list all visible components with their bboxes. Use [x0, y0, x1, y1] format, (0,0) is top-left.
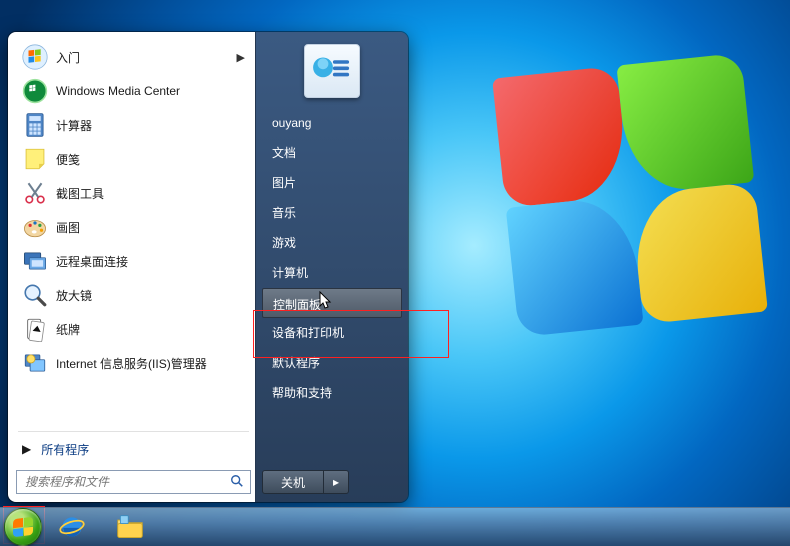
right-item-control-panel[interactable]: 控制面板: [262, 288, 402, 318]
magnifier-icon: [22, 282, 48, 308]
sticky-note-icon: [22, 146, 48, 172]
windows-flag-icon: [13, 517, 33, 537]
program-label: 远程桌面连接: [56, 253, 245, 270]
right-item-label: 计算机: [272, 266, 308, 280]
taskbar: [0, 507, 790, 546]
right-item-label: 游戏: [272, 236, 296, 250]
triangle-right-icon: ▶: [22, 442, 31, 456]
right-item-username[interactable]: ouyang: [262, 108, 402, 138]
shutdown-button[interactable]: 关机: [262, 470, 324, 494]
taskbar-explorer-button[interactable]: [102, 510, 158, 544]
program-label: 计算器: [56, 117, 245, 134]
calculator-icon: [22, 112, 48, 138]
right-item-documents[interactable]: 文档: [262, 138, 402, 168]
program-item-rdp[interactable]: 远程桌面连接: [16, 244, 251, 278]
start-menu: 入门▶ Windows Media Center 计算器 便笺 截图工具 画图 …: [8, 32, 408, 502]
username-label: ouyang: [272, 116, 311, 130]
right-item-devices[interactable]: 设备和打印机: [262, 318, 402, 348]
program-label: 便笺: [56, 151, 245, 168]
solitaire-icon: [22, 316, 48, 342]
right-item-label: 图片: [272, 176, 296, 190]
snipping-icon: [22, 180, 48, 206]
shutdown-label: 关机: [281, 474, 305, 491]
windows-logo-wallpaper: [492, 53, 768, 338]
program-item-wmc[interactable]: Windows Media Center: [16, 74, 251, 108]
program-item-getting-started[interactable]: 入门 ▶: [16, 40, 251, 74]
search-input[interactable]: [23, 474, 224, 490]
program-item-sticky-notes[interactable]: 便笺: [16, 142, 251, 176]
shutdown-options-button[interactable]: ▸: [324, 470, 349, 494]
program-label: Windows Media Center: [56, 84, 245, 98]
right-item-computer[interactable]: 计算机: [262, 258, 402, 288]
triangle-right-icon: ▸: [333, 475, 339, 489]
iis-icon: [22, 350, 48, 376]
all-programs[interactable]: ▶ 所有程序: [16, 436, 251, 462]
user-avatar[interactable]: [304, 44, 360, 98]
program-item-snipping[interactable]: 截图工具: [16, 176, 251, 210]
right-item-label: 文档: [272, 146, 296, 160]
rdp-icon: [22, 248, 48, 274]
paint-icon: [22, 214, 48, 240]
taskbar-ie-button[interactable]: [44, 510, 100, 544]
right-item-label: 控制面板: [273, 298, 321, 312]
mouse-cursor-icon: [319, 300, 333, 314]
shutdown-row: 关机 ▸: [262, 470, 402, 494]
right-item-defaults[interactable]: 默认程序: [262, 348, 402, 378]
all-programs-label: 所有程序: [41, 441, 89, 458]
start-button[interactable]: [4, 508, 42, 546]
start-menu-right-panel: ouyang 文档图片音乐游戏计算机控制面板设备和打印机默认程序帮助和支持 关机…: [256, 32, 408, 502]
right-item-music[interactable]: 音乐: [262, 198, 402, 228]
program-item-iis[interactable]: Internet 信息服务(IIS)管理器: [16, 346, 251, 380]
program-item-solitaire[interactable]: 纸牌: [16, 312, 251, 346]
program-item-paint[interactable]: 画图: [16, 210, 251, 244]
program-item-magnifier[interactable]: 放大镜: [16, 278, 251, 312]
right-item-help[interactable]: 帮助和支持: [262, 378, 402, 408]
right-item-label: 设备和打印机: [272, 326, 344, 340]
right-item-pictures[interactable]: 图片: [262, 168, 402, 198]
folder-icon: [116, 515, 144, 539]
flag-icon: [22, 44, 48, 70]
program-label: 画图: [56, 219, 245, 236]
program-label: 放大镜: [56, 287, 245, 304]
program-list: 入门▶ Windows Media Center 计算器 便笺 截图工具 画图 …: [16, 40, 251, 427]
right-item-label: 音乐: [272, 206, 296, 220]
program-item-calculator[interactable]: 计算器: [16, 108, 251, 142]
program-label: Internet 信息服务(IIS)管理器: [56, 355, 245, 372]
ie-icon: [58, 513, 86, 541]
right-item-label: 帮助和支持: [272, 386, 332, 400]
desktop: 入门▶ Windows Media Center 计算器 便笺 截图工具 画图 …: [0, 0, 790, 546]
right-item-label: 默认程序: [272, 356, 320, 370]
program-label: 截图工具: [56, 185, 245, 202]
program-label: 纸牌: [56, 321, 245, 338]
search-icon: [230, 474, 244, 491]
start-menu-left-panel: 入门▶ Windows Media Center 计算器 便笺 截图工具 画图 …: [8, 32, 256, 502]
search-box[interactable]: [16, 470, 251, 494]
divider: [18, 431, 249, 432]
media-center-icon: [22, 78, 48, 104]
right-item-games[interactable]: 游戏: [262, 228, 402, 258]
program-label: 入门: [56, 49, 229, 66]
submenu-arrow-icon: ▶: [237, 51, 245, 64]
